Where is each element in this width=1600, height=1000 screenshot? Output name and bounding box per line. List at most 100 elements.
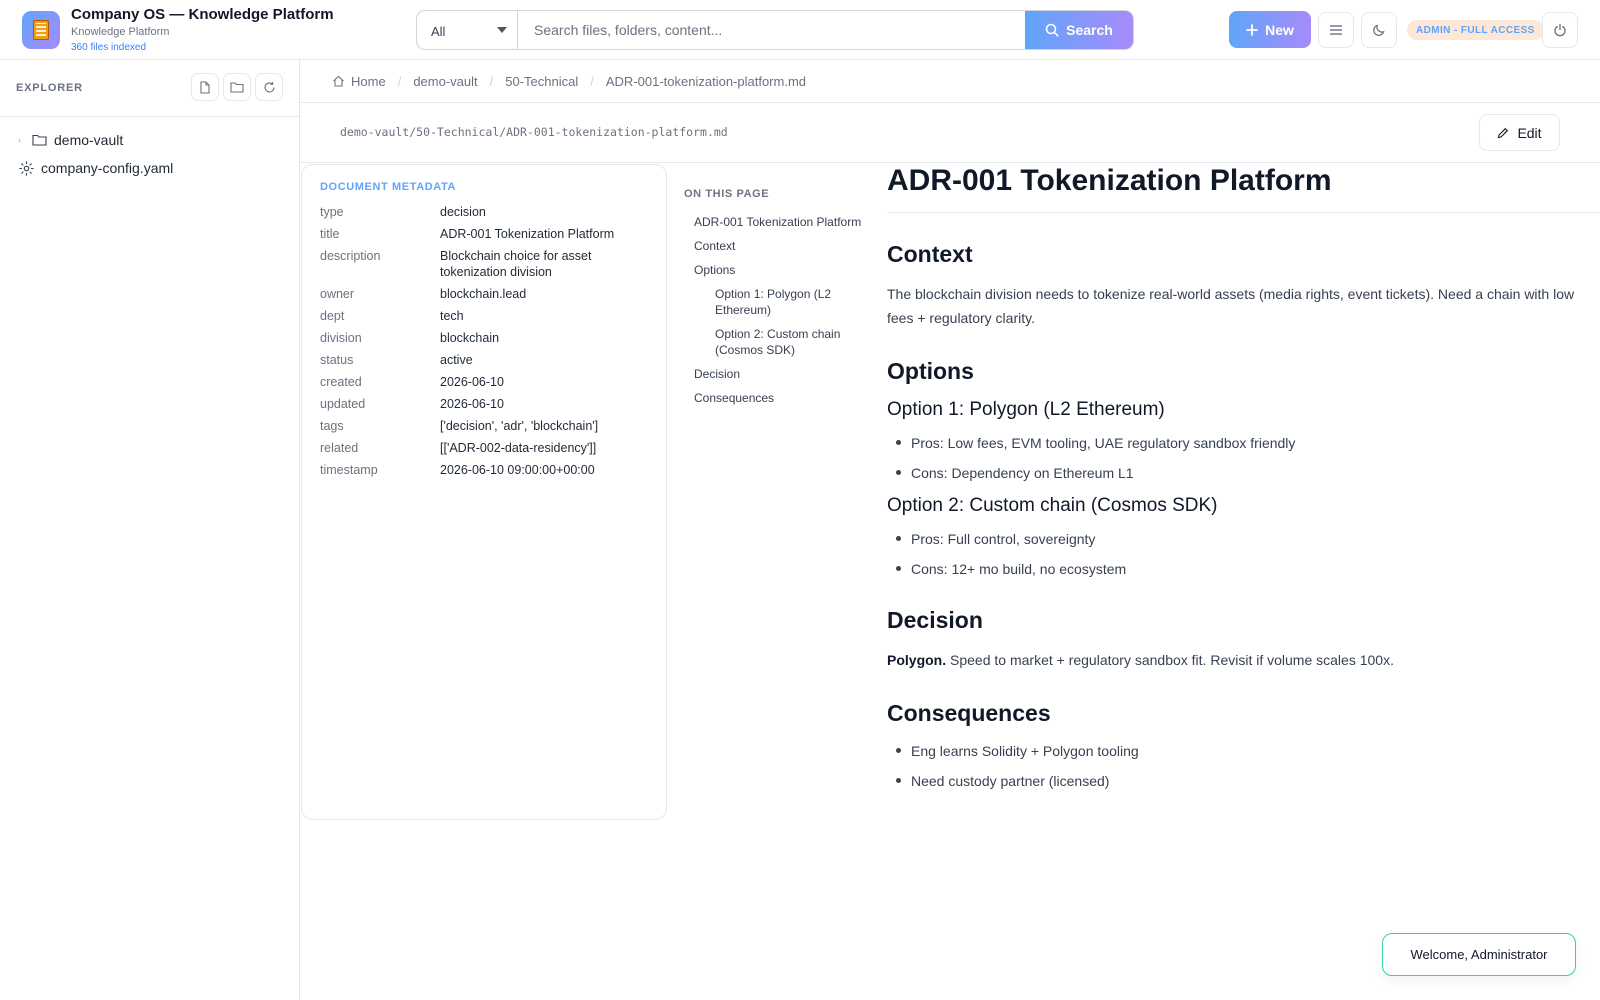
edit-button-label: Edit [1517, 124, 1542, 141]
metadata-value: [['ADR-002-data-residency']] [440, 441, 597, 455]
list-item: Cons: 12+ mo build, no ecosystem [887, 559, 1600, 579]
app-subtitle: Knowledge Platform [71, 26, 170, 38]
toc-link[interactable]: Option 2: Custom chain (Cosmos SDK) [684, 326, 864, 358]
breadcrumb-50-technical[interactable]: 50-Technical [505, 74, 578, 89]
app-logo-building-icon[interactable] [22, 11, 60, 49]
document-body: ADR-001 Tokenization Platform Context Th… [887, 164, 1600, 803]
new-folder-button[interactable] [223, 73, 251, 101]
home-icon [333, 75, 344, 87]
metadata-value: 2026-06-10 09:00:00+00:00 [440, 463, 595, 477]
toc-link[interactable]: Option 1: Polygon (L2 Ethereum) [684, 286, 864, 318]
list-item: Cons: Dependency on Ethereum L1 [887, 463, 1600, 483]
new-button[interactable]: New [1229, 11, 1311, 48]
welcome-toast[interactable]: Welcome, Administrator [1382, 933, 1576, 976]
section-heading-context: Context [887, 241, 973, 267]
document-metadata-card: DOCUMENT METADATA type decision title ADR-… [301, 164, 667, 820]
new-folder-icon [230, 82, 244, 93]
metadata-value: decision [440, 205, 486, 219]
search-scope-select[interactable]: All [417, 11, 518, 49]
metadata-value: Blockchain choice for asset tokenization… [440, 249, 592, 279]
search-input[interactable] [518, 11, 1026, 49]
toc-link[interactable]: Consequences [684, 390, 864, 406]
chevron-right-icon: › [18, 135, 21, 145]
plus-icon [1246, 23, 1258, 36]
list-item: Eng learns Solidity + Polygon tooling [887, 741, 1600, 761]
toc-link[interactable]: Options [684, 262, 864, 278]
files-indexed-count: 360 files indexed [71, 42, 147, 53]
search-icon [1045, 23, 1059, 37]
metadata-row: updated 2026-06-10 [320, 396, 648, 412]
metadata-key: dept [320, 309, 345, 323]
breadcrumb-separator: / [397, 73, 402, 89]
toc-link[interactable]: ADR-001 Tokenization Platform [684, 214, 864, 230]
chevron-down-icon [497, 27, 507, 33]
metadata-key: title [320, 227, 340, 241]
on-this-page-toc: ON THIS PAGE ADR-001 Tokenization Platfo… [684, 188, 864, 414]
file-explorer-sidebar: EXPLORER › demo-vault company-config.yam… [0, 60, 300, 1000]
power-icon [1554, 23, 1566, 37]
metadata-row: owner blockchain.lead [320, 286, 648, 302]
metadata-key: related [320, 441, 359, 455]
breadcrumb-separator: / [489, 73, 494, 89]
breadcrumb-separator: / [590, 73, 594, 89]
metadata-row: timestamp 2026-06-10 09:00:00+00:00 [320, 462, 648, 478]
search-scope-value: All [431, 24, 446, 39]
list-item: Pros: Low fees, EVM tooling, UAE regulat… [887, 433, 1600, 453]
tree-item-label: demo-vault [54, 132, 124, 148]
decision-paragraph: Polygon. Speed to market + regulatory sa… [887, 648, 1600, 672]
metadata-value: tech [440, 309, 464, 323]
menu-button[interactable] [1318, 12, 1354, 48]
app-title: Company OS — Knowledge Platform [71, 6, 334, 23]
section-heading-consequences: Consequences [887, 700, 1051, 726]
main-content: Home / demo-vault / 50-Technical / ADR-0… [300, 60, 1600, 1000]
section-heading-decision: Decision [887, 607, 983, 633]
breadcrumb-demo-vault[interactable]: demo-vault [413, 74, 477, 89]
logout-button[interactable] [1542, 12, 1578, 48]
search-button-label: Search [1066, 22, 1113, 38]
metadata-key: status [320, 353, 354, 367]
metadata-value: ADR-001 Tokenization Platform [440, 227, 615, 241]
tree-item-label: company-config.yaml [41, 160, 174, 176]
breadcrumb-current-file[interactable]: ADR-001-tokenization-platform.md [606, 74, 806, 89]
new-file-button[interactable] [191, 73, 219, 101]
list-item: Need custody partner (licensed) [887, 771, 1600, 791]
metadata-key: created [320, 375, 362, 389]
context-paragraph: The blockchain division needs to tokeniz… [887, 286, 1575, 326]
moon-icon [1373, 24, 1385, 36]
metadata-value: ['decision', 'adr', 'blockchain'] [440, 419, 599, 433]
decision-bold-text: Polygon. [887, 652, 947, 668]
metadata-row: title ADR-001 Tokenization Platform [320, 226, 648, 242]
tree-file-company-config[interactable]: company-config.yaml [19, 156, 173, 180]
breadcrumb-home[interactable]: Home [351, 74, 386, 89]
explorer-header: EXPLORER [0, 60, 299, 117]
pencil-icon [1498, 127, 1509, 138]
metadata-key: type [320, 205, 344, 219]
metadata-row: status active [320, 352, 648, 368]
subheading-option-2: Option 2: Custom chain (Cosmos SDK) [887, 495, 1218, 516]
subheading-option-1: Option 1: Polygon (L2 Ethereum) [887, 399, 1165, 420]
metadata-key: owner [320, 287, 355, 301]
toc-link[interactable]: Context [684, 238, 864, 254]
metadata-key: tags [320, 419, 344, 433]
top-header: Company OS — Knowledge Platform Knowledg… [0, 0, 1600, 60]
tree-folder-demo-vault[interactable]: › demo-vault [18, 128, 123, 152]
metadata-value: active [440, 353, 473, 367]
metadata-value: 2026-06-10 [440, 397, 504, 411]
decision-text: Speed to market + regulatory sandbox fit… [946, 652, 1394, 668]
toc-link[interactable]: Decision [684, 366, 864, 382]
theme-toggle-button[interactable] [1361, 12, 1397, 48]
metadata-row: division blockchain [320, 330, 648, 346]
admin-access-badge: ADMIN - FULL ACCESS [1407, 20, 1544, 40]
consequences-list: Eng learns Solidity + Polygon tooling Ne… [887, 741, 1600, 791]
menu-icon [1330, 25, 1342, 35]
metadata-key: updated [320, 397, 366, 411]
refresh-icon [263, 81, 275, 92]
metadata-key: timestamp [320, 463, 378, 477]
file-path: demo-vault/50-Technical/ADR-001-tokeniza… [340, 125, 728, 139]
metadata-value: 2026-06-10 [440, 375, 504, 389]
gear-icon [19, 160, 34, 176]
search-button[interactable]: Search [1025, 11, 1133, 49]
refresh-button[interactable] [255, 73, 283, 101]
edit-button[interactable]: Edit [1479, 114, 1560, 151]
file-path-bar: demo-vault/50-Technical/ADR-001-tokeniza… [300, 103, 1600, 163]
